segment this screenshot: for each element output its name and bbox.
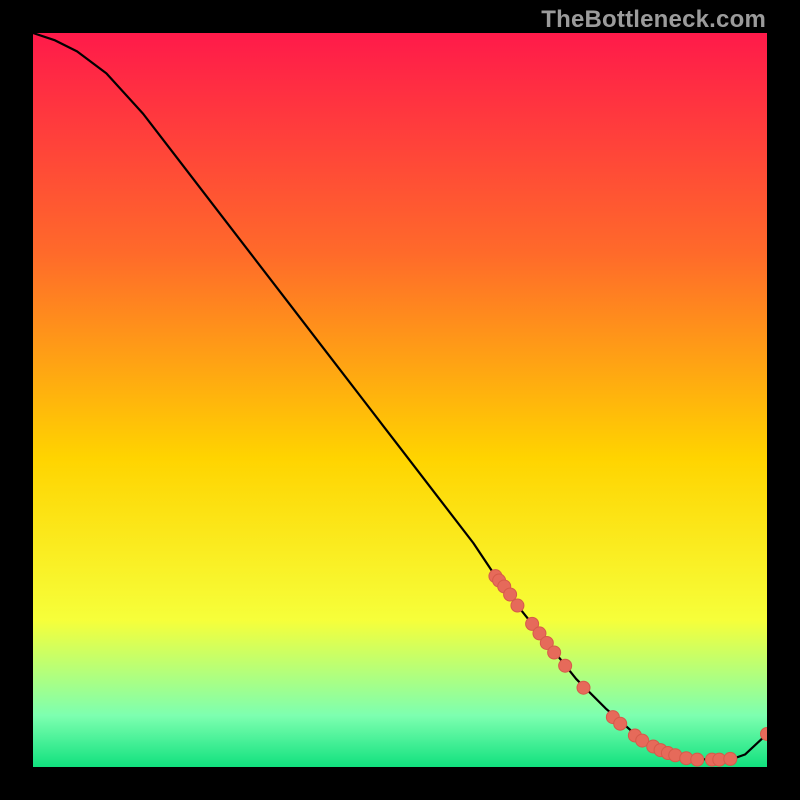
attribution-text: TheBottleneck.com xyxy=(541,6,766,34)
data-dot xyxy=(504,588,517,601)
data-dot xyxy=(511,599,524,612)
data-dot xyxy=(691,753,704,766)
data-dot xyxy=(559,659,572,672)
data-dot xyxy=(577,681,590,694)
data-dot xyxy=(724,752,737,765)
data-dot xyxy=(614,717,627,730)
chart-stage: TheBottleneck.com xyxy=(0,0,800,800)
data-dot xyxy=(548,646,561,659)
chart-svg xyxy=(33,33,767,767)
plot-area xyxy=(33,33,767,767)
gradient-background xyxy=(33,33,767,767)
